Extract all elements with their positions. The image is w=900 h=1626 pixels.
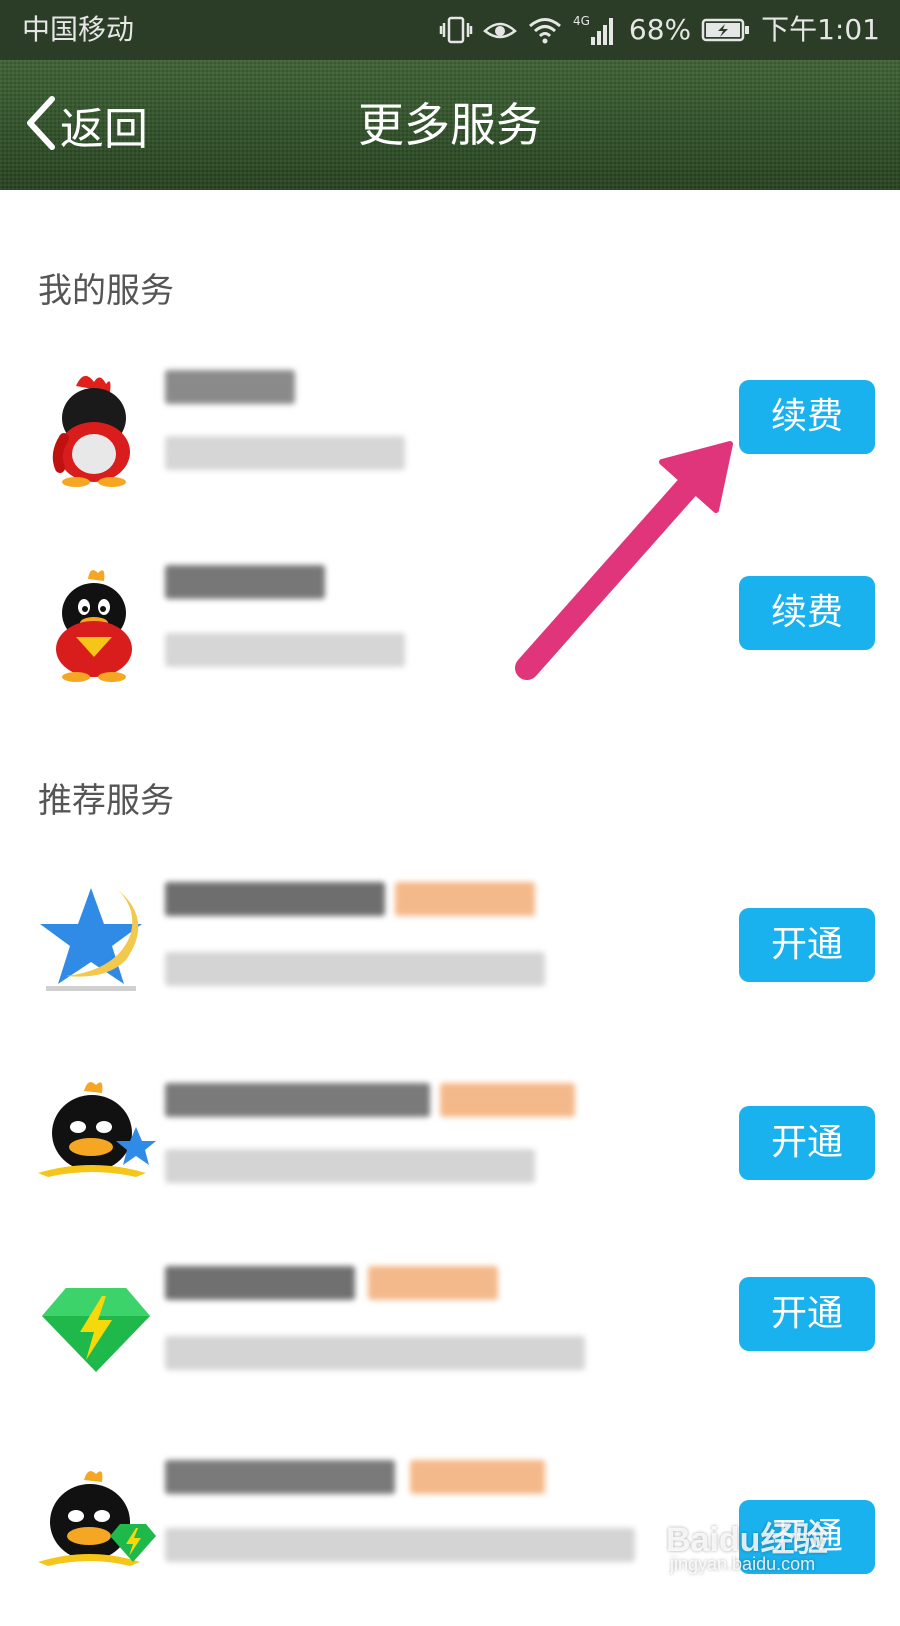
- list-item-recommended-3: 开通: [0, 1254, 900, 1434]
- carrier-label: 中国移动: [22, 13, 135, 46]
- qq-vip-red-penguin-icon: [36, 368, 156, 488]
- watermark-url: jingyan.baidu.com: [670, 1554, 816, 1574]
- back-button[interactable]: 返回: [22, 90, 148, 160]
- blurred-service-name: [165, 565, 325, 599]
- activate-button[interactable]: 开通: [739, 1106, 875, 1180]
- chevron-left-icon: [22, 93, 58, 157]
- list-item-my-service-2: 续费: [0, 545, 900, 725]
- green-diamond-icon: [36, 1274, 156, 1394]
- clock: 下午1:01: [761, 13, 880, 46]
- blurred-service-name: [165, 882, 385, 916]
- blurred-service-detail: [165, 1336, 585, 1370]
- blurred-service-tag: [395, 882, 535, 916]
- blurred-service-detail: [165, 1528, 635, 1562]
- section-header-recommended: 推荐服务: [38, 781, 174, 821]
- status-bar: 中国移动 4G 68% 下午1:01: [0, 0, 900, 60]
- blurred-service-detail: [165, 952, 545, 986]
- vibrate-icon: [439, 15, 473, 45]
- blurred-service-tag: [410, 1460, 545, 1494]
- renew-button[interactable]: 续费: [739, 380, 875, 454]
- blurred-service-detail: [165, 436, 405, 470]
- blurred-service-detail: [165, 633, 405, 667]
- section-header-my-services: 我的服务: [38, 271, 174, 311]
- wifi-icon: [527, 15, 563, 45]
- activate-button[interactable]: 开通: [739, 908, 875, 982]
- network-type-label: 4G: [573, 14, 590, 28]
- baidu-jingyan-watermark: Baidu经验 jingyan.baidu.com: [666, 1512, 836, 1582]
- blue-star-moon-icon: [36, 880, 156, 1000]
- qq-penguin-icon: [36, 565, 156, 685]
- list-item-recommended-2: 开通: [0, 1057, 900, 1237]
- blurred-service-name: [165, 1460, 395, 1494]
- blurred-service-name: [165, 1266, 355, 1300]
- penguin-star-icon: [36, 1077, 156, 1197]
- list-item-my-service-1: 续费: [0, 348, 900, 528]
- back-label: 返回: [60, 104, 148, 155]
- battery-icon: [701, 17, 751, 43]
- penguin-green-diamond-icon: [36, 1466, 156, 1586]
- eye-care-icon: [482, 15, 517, 45]
- battery-percent: 68%: [628, 13, 692, 46]
- blurred-service-tag: [440, 1083, 575, 1117]
- list-item-recommended-1: 开通: [0, 860, 900, 1040]
- blurred-service-detail: [165, 1149, 535, 1183]
- blurred-service-name: [165, 370, 295, 404]
- blurred-service-name: [165, 1083, 430, 1117]
- status-icons: 4G 68% 下午1:01: [439, 0, 880, 60]
- renew-button[interactable]: 续费: [739, 576, 875, 650]
- signal-icon: 4G: [573, 13, 619, 47]
- title-bar: 更多服务 返回: [0, 60, 900, 190]
- activate-button[interactable]: 开通: [739, 1277, 875, 1351]
- blurred-service-tag: [368, 1266, 498, 1300]
